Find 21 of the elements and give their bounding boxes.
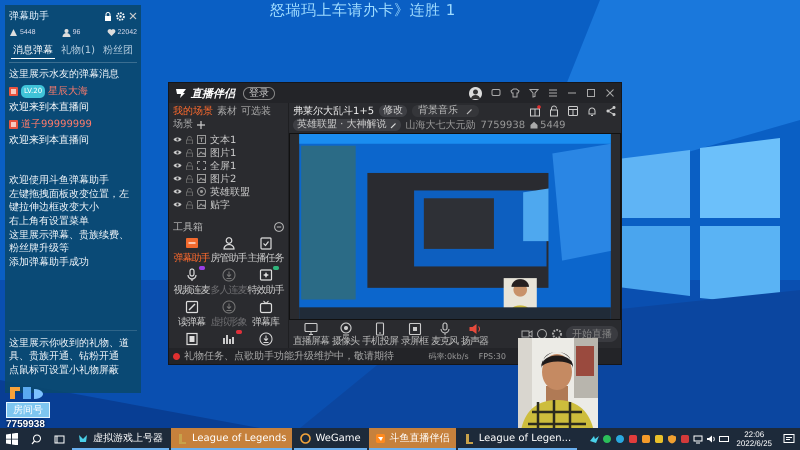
volume-icon[interactable] bbox=[706, 434, 716, 444]
app-icon[interactable] bbox=[654, 434, 664, 444]
chat-icon[interactable] bbox=[615, 434, 626, 444]
chat-icon[interactable] bbox=[602, 434, 612, 444]
search-icon[interactable] bbox=[31, 434, 42, 444]
taskbar-app[interactable]: 虚拟游戏上号器 bbox=[72, 428, 169, 450]
ring-icon bbox=[300, 432, 312, 444]
taskbar-app[interactable]: League of Legen... bbox=[458, 428, 578, 450]
bird-icon bbox=[78, 432, 89, 444]
clock-time: 22:06 bbox=[744, 430, 764, 439]
task-view-icon[interactable] bbox=[54, 434, 65, 444]
app-icon[interactable] bbox=[641, 434, 652, 444]
shield-icon[interactable] bbox=[667, 434, 678, 444]
clock-date: 2022/6/25 bbox=[736, 439, 772, 448]
bird-icon[interactable] bbox=[589, 434, 600, 444]
app-icon bbox=[374, 432, 386, 444]
notification-icon[interactable] bbox=[783, 433, 795, 445]
app-icon bbox=[177, 432, 188, 444]
windows-start-icon[interactable] bbox=[6, 433, 18, 445]
app-icon bbox=[464, 432, 475, 444]
taskbar-app[interactable]: WeGame bbox=[294, 428, 367, 450]
